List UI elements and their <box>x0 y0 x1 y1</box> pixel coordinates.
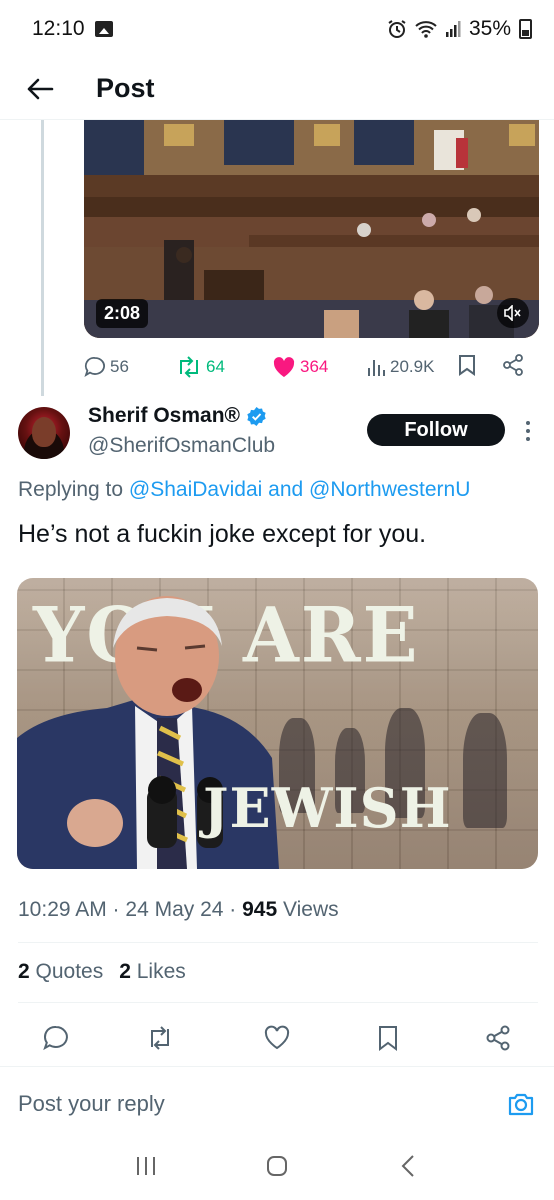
heart-icon[interactable] <box>263 1024 291 1052</box>
reply-input[interactable]: Post your reply <box>18 1091 165 1117</box>
repost-action[interactable]: 64 <box>176 356 225 378</box>
post-timestamp: 10:29 AM · 24 May 24 · 945 Views <box>18 898 339 922</box>
more-dot-icon <box>526 429 530 433</box>
divider <box>18 942 538 943</box>
divider <box>18 1002 538 1003</box>
post-stats: 2 Quotes 2 Likes <box>18 960 186 984</box>
wifi-icon <box>415 21 437 38</box>
video-player[interactable]: 2:08 <box>84 120 539 338</box>
back-button[interactable] <box>20 69 60 109</box>
arrow-left-icon <box>27 78 54 99</box>
author-handle[interactable]: @SherifOsmanClub <box>88 434 275 458</box>
share-button[interactable] <box>502 353 524 381</box>
signal-icon <box>445 21 461 37</box>
speaker-muted-icon <box>504 305 521 321</box>
repost-icon[interactable] <box>146 1024 174 1052</box>
back-icon <box>401 1155 415 1177</box>
replying-prefix: Replying to <box>18 478 124 501</box>
home-icon <box>266 1156 287 1176</box>
camera-icon[interactable] <box>506 1089 536 1119</box>
likes-stat[interactable]: 2 Likes <box>119 960 186 984</box>
likes-count: 2 <box>119 960 131 983</box>
share-icon <box>503 353 523 376</box>
more-options-button[interactable] <box>518 416 538 446</box>
system-nav-bar <box>0 1132 554 1200</box>
reply-action[interactable]: 56 <box>84 356 129 378</box>
video-duration: 2:08 <box>96 299 149 328</box>
more-dot-icon <box>526 421 530 425</box>
post-header: Post <box>0 58 554 120</box>
thread-connector <box>41 120 44 396</box>
heart-filled-icon <box>273 357 295 377</box>
recent-apps-icon <box>136 1157 155 1175</box>
gallery-icon <box>94 21 113 37</box>
reply-count: 56 <box>110 357 129 376</box>
repost-icon <box>180 356 198 378</box>
more-dot-icon <box>526 437 530 441</box>
mention-link[interactable]: @ShaiDavidai <box>129 478 262 501</box>
verified-badge-icon <box>247 406 266 426</box>
page-title: Post <box>96 73 155 103</box>
views-action[interactable]: 20.9K <box>366 357 434 377</box>
quotes-label: Quotes <box>29 960 104 983</box>
replying-and: and <box>268 478 304 501</box>
post-text: He’s not a fuckin joke except for you. <box>18 520 427 548</box>
replying-to-line: Replying to @ShaiDavidai and @Northweste… <box>18 478 470 502</box>
likes-label: Likes <box>130 960 186 983</box>
bookmark-icon[interactable] <box>374 1024 402 1052</box>
views-count: 945 <box>242 898 278 921</box>
reply-icon <box>84 357 105 378</box>
views-chart-icon <box>368 360 385 376</box>
post-image[interactable]: YOU ARE JEWISH <box>17 578 538 869</box>
reply-icon[interactable] <box>42 1024 70 1052</box>
image-figure <box>463 713 507 828</box>
views-label: Views <box>277 898 339 921</box>
system-back-button[interactable] <box>393 1151 423 1181</box>
share-icon[interactable] <box>484 1024 512 1052</box>
image-text-bottom: JEWISH <box>203 776 452 840</box>
battery-percent: 35% <box>468 17 511 40</box>
quotes-count: 2 <box>18 960 30 983</box>
reply-post-actions <box>0 1018 554 1058</box>
author-name: Sherif Osman® <box>88 404 241 427</box>
like-count: 364 <box>300 357 329 376</box>
status-bar: 12:10 35% <box>0 0 554 58</box>
follow-button[interactable]: Follow <box>367 414 505 446</box>
video-thumbnail <box>84 120 539 338</box>
like-action[interactable]: 364 <box>272 356 328 378</box>
recent-apps-button[interactable] <box>131 1151 161 1181</box>
mute-button[interactable] <box>497 298 529 328</box>
home-button[interactable] <box>262 1151 292 1181</box>
mention-link[interactable]: @NorthwesternU <box>309 478 470 501</box>
reply-composer[interactable]: Post your reply <box>0 1066 554 1132</box>
quotes-stat[interactable]: 2 Quotes <box>18 960 103 984</box>
status-time: 12:10 <box>32 17 85 40</box>
repost-count: 64 <box>206 357 225 376</box>
alarm-icon <box>388 20 406 38</box>
battery-icon <box>519 19 532 39</box>
bookmark-icon <box>459 354 475 376</box>
author-name-row[interactable]: Sherif Osman® <box>88 404 267 428</box>
avatar[interactable] <box>18 407 70 459</box>
views-count: 20.9K <box>390 357 435 376</box>
parent-post-actions: 56 64 364 20.9K <box>84 350 544 384</box>
bookmark-button[interactable] <box>458 354 476 381</box>
timestamp-text: 10:29 AM · 24 May 24 · <box>18 898 243 921</box>
